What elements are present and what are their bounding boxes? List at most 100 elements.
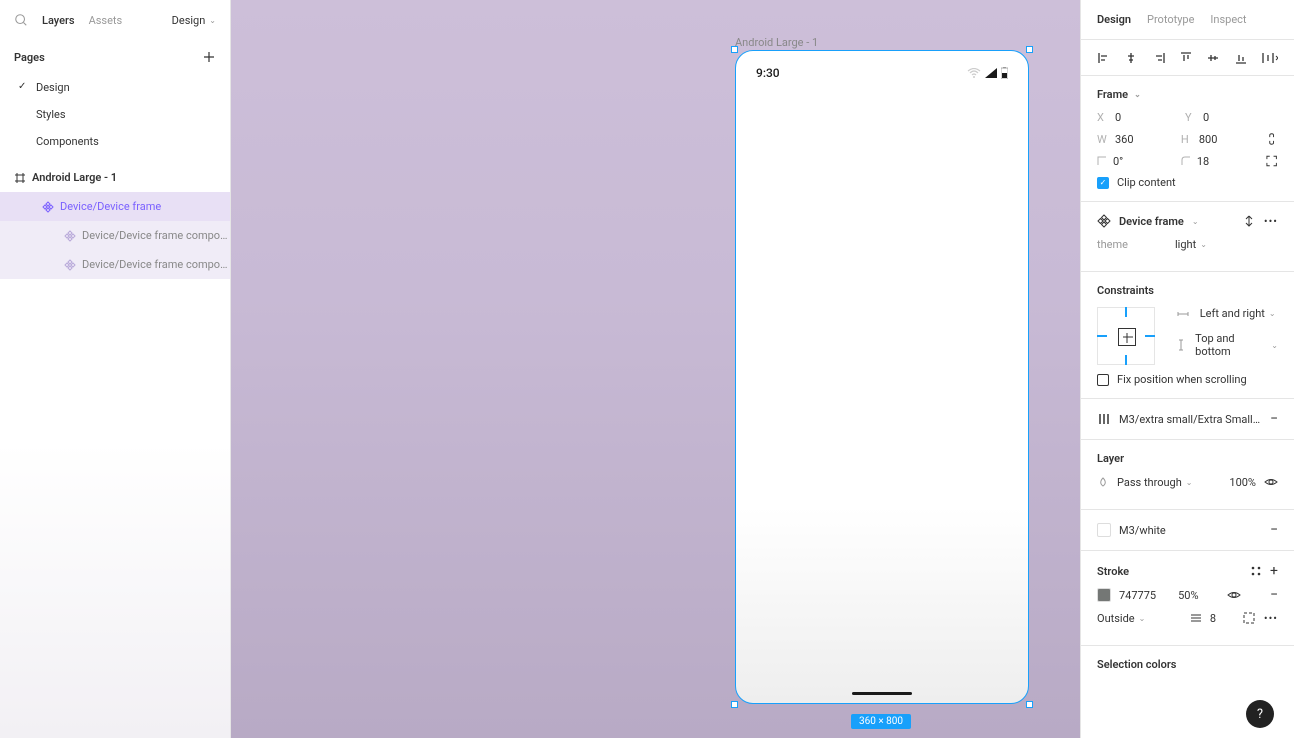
layers-tree: Android Large - 1 Device/Device frame De… <box>0 163 230 279</box>
left-panel-tabs: Layers Assets Design⌄ <box>0 0 230 40</box>
frame-title[interactable]: Frame⌄ <box>1097 88 1278 101</box>
theme-label: theme <box>1097 238 1167 251</box>
theme-dropdown[interactable]: light⌄ <box>1175 238 1207 251</box>
chevron-down-icon: ⌄ <box>1134 90 1141 99</box>
stroke-opacity-input[interactable]: 50% <box>1178 589 1198 602</box>
checkbox-checked-icon: ✓ <box>1097 177 1109 189</box>
layer-row-root[interactable]: Android Large - 1 <box>0 163 230 192</box>
constraints-section: Constraints Left and right⌄ Top and bott… <box>1081 272 1294 399</box>
component-icon <box>64 230 76 242</box>
x-input[interactable] <box>1115 111 1163 124</box>
horizontal-icon <box>1177 310 1189 318</box>
constraint-vertical-dropdown[interactable]: Top and bottom⌄ <box>1177 332 1278 358</box>
align-top-icon[interactable] <box>1179 51 1192 65</box>
tab-prototype[interactable]: Prototype <box>1147 13 1194 26</box>
status-bar: 9:30 <box>736 51 1028 95</box>
remove-icon[interactable]: − <box>1270 587 1278 603</box>
page-item-design[interactable]: Design <box>14 74 216 101</box>
tab-layers[interactable]: Layers <box>42 14 75 27</box>
pages-list: Design Styles Components <box>0 74 230 155</box>
component-section: Device frame ⌄ ••• theme light⌄ <box>1081 202 1294 272</box>
remove-icon[interactable]: − <box>1270 411 1278 427</box>
frame-icon <box>14 172 26 184</box>
selection-handle-tr[interactable] <box>1026 46 1033 53</box>
page-selector-dropdown[interactable]: Design⌄ <box>172 14 216 27</box>
selection-colors-title: Selection colors <box>1097 658 1278 671</box>
layer-label: Android Large - 1 <box>32 171 117 184</box>
fix-position-checkbox[interactable]: Fix position when scrolling <box>1097 373 1278 386</box>
component-icon <box>64 259 76 271</box>
constraint-horizontal-dropdown[interactable]: Left and right⌄ <box>1177 307 1278 320</box>
layer-row-component-1[interactable]: Device/Device frame compo… <box>0 221 230 250</box>
clip-content-checkbox[interactable]: ✓ Clip content <box>1097 176 1278 189</box>
align-right-icon[interactable] <box>1152 51 1165 65</box>
radius-input[interactable] <box>1197 155 1245 168</box>
canvas[interactable]: Android Large - 1 9:30 360 × 800 <box>231 0 1080 738</box>
swap-instance-icon[interactable] <box>1242 214 1256 228</box>
stroke-section: Stroke + 747775 50% − Outside⌄ ••• <box>1081 551 1294 646</box>
component-icon <box>1097 214 1111 228</box>
fill-section: M3/white − <box>1081 510 1294 551</box>
style-picker-icon[interactable] <box>1250 565 1262 577</box>
stroke-position-dropdown[interactable]: Outside⌄ <box>1097 612 1145 625</box>
frame-section: Frame⌄ X Y W H ✓ Clip content <box>1081 76 1294 202</box>
more-icon[interactable]: ••• <box>1264 612 1278 625</box>
layer-label: Device/Device frame compo… <box>82 229 227 242</box>
y-input[interactable] <box>1203 111 1251 124</box>
right-panel-tabs: Design Prototype Inspect <box>1081 0 1294 40</box>
selection-handle-br[interactable] <box>1026 701 1033 708</box>
fill-swatch[interactable] <box>1097 523 1111 537</box>
visibility-icon[interactable] <box>1264 475 1278 489</box>
battery-icon <box>1001 67 1008 79</box>
navigation-handle <box>852 692 912 695</box>
layer-label: Device/Device frame compo… <box>82 258 227 271</box>
rotation-input[interactable] <box>1113 155 1161 168</box>
constrain-proportions-icon[interactable] <box>1265 132 1278 146</box>
chevron-down-icon: ⌄ <box>209 16 216 25</box>
visibility-icon[interactable] <box>1227 588 1241 602</box>
align-vcenter-icon[interactable] <box>1206 51 1219 65</box>
independent-corners-icon[interactable] <box>1265 154 1278 168</box>
stroke-color-input[interactable]: 747775 <box>1119 589 1156 602</box>
opacity-input[interactable]: 100% <box>1229 476 1256 489</box>
stroke-weight-input[interactable] <box>1210 612 1234 625</box>
search-icon[interactable] <box>14 13 28 27</box>
status-icons <box>967 67 1008 79</box>
blend-mode-dropdown[interactable]: Pass through⌄ <box>1117 476 1193 489</box>
align-left-icon[interactable] <box>1097 51 1110 65</box>
page-item-components[interactable]: Components <box>14 128 216 155</box>
tab-assets[interactable]: Assets <box>89 14 123 27</box>
layer-row-device-frame[interactable]: Device/Device frame <box>0 192 230 221</box>
radius-icon <box>1181 156 1191 166</box>
selection-handle-tl[interactable] <box>731 46 738 53</box>
vertical-icon <box>1177 339 1184 351</box>
tab-design[interactable]: Design <box>1097 13 1131 26</box>
add-stroke-icon[interactable]: + <box>1270 563 1278 579</box>
fill-style-name[interactable]: M3/white <box>1119 524 1166 537</box>
help-button[interactable]: ? <box>1246 700 1274 728</box>
selection-colors-section: Selection colors <box>1081 646 1294 693</box>
remove-icon[interactable]: − <box>1270 522 1278 538</box>
selection-handle-bl[interactable] <box>731 701 738 708</box>
component-name[interactable]: Device frame <box>1119 215 1184 228</box>
tab-inspect[interactable]: Inspect <box>1210 13 1246 26</box>
width-input[interactable] <box>1115 133 1163 146</box>
align-hcenter-icon[interactable] <box>1124 51 1137 65</box>
wifi-icon <box>967 68 981 78</box>
page-item-styles[interactable]: Styles <box>14 101 216 128</box>
frame-label[interactable]: Android Large - 1 <box>735 36 818 49</box>
device-frame[interactable]: 9:30 <box>735 50 1029 704</box>
align-bottom-icon[interactable] <box>1234 51 1247 65</box>
layout-grid-section: M3/extra small/Extra Small … − <box>1081 399 1294 440</box>
grid-style-name[interactable]: M3/extra small/Extra Small … <box>1119 413 1262 426</box>
stroke-sides-icon[interactable] <box>1242 611 1256 625</box>
constraints-widget[interactable] <box>1097 307 1155 365</box>
stroke-weight-icon <box>1190 613 1202 623</box>
layer-row-component-2[interactable]: Device/Device frame compo… <box>0 250 230 279</box>
blend-icon <box>1097 476 1109 488</box>
height-input[interactable] <box>1199 133 1247 146</box>
add-page-icon[interactable] <box>202 50 216 64</box>
distribute-icon[interactable] <box>1261 51 1278 65</box>
stroke-swatch[interactable] <box>1097 588 1111 602</box>
more-icon[interactable]: ••• <box>1264 215 1278 228</box>
